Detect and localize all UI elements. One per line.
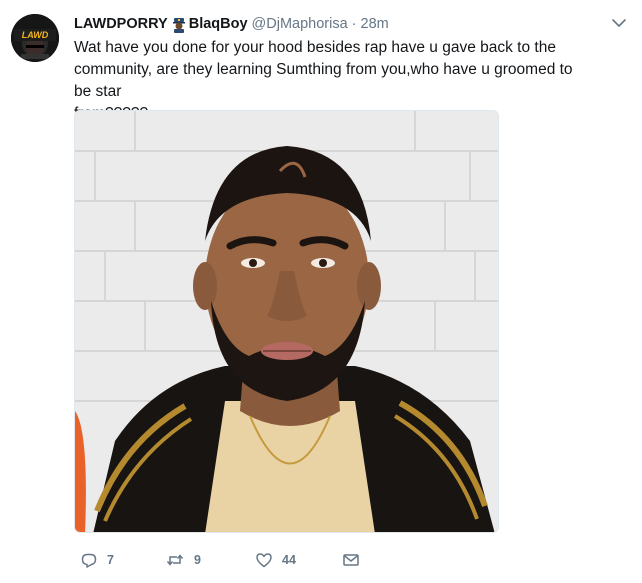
chevron-down-icon[interactable] [611,15,627,31]
tweet-actions: 7 9 44 [74,547,494,573]
tweet[interactable]: LAWD LAWDPORRY BlaqBoy @DjMaphorisa · 28… [0,0,642,583]
user-handle[interactable]: @DjMaphorisa [252,16,348,32]
avatar[interactable]: LAWD [11,14,59,62]
tweet-timestamp[interactable]: 28m [361,16,389,32]
tweet-header: LAWDPORRY BlaqBoy @DjMaphorisa · 28m [74,13,602,35]
like-count: 44 [282,553,296,567]
avatar-badge-text: LAWD [22,30,49,40]
display-name-suffix[interactable]: BlaqBoy [189,16,248,32]
reply-icon [81,553,97,568]
heart-icon [256,553,272,568]
like-button[interactable]: 44 [255,547,296,573]
photo-image [75,111,498,532]
reply-count: 7 [107,553,114,567]
direct-message-button[interactable] [342,547,369,573]
display-name[interactable]: LAWDPORRY [74,16,168,32]
avatar-image: LAWD [11,14,59,62]
envelope-icon [343,554,359,566]
separator-dot: · [351,16,357,32]
reply-button[interactable]: 7 [80,547,114,573]
police-officer-emoji-icon [171,17,187,33]
retweet-count: 9 [194,553,201,567]
retweet-icon [166,554,184,566]
tweet-photo[interactable] [74,110,499,533]
retweet-button[interactable]: 9 [165,547,201,573]
